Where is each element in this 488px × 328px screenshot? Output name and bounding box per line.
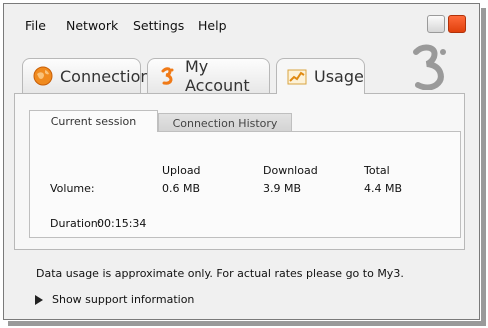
column-header-download: Download	[263, 164, 318, 177]
duration-label: Duration:	[50, 217, 102, 230]
window-shadow-right	[481, 8, 486, 322]
menu-help[interactable]: Help	[198, 18, 227, 33]
minimize-icon[interactable]	[427, 15, 445, 33]
tab-usage-label: Usage	[314, 67, 364, 86]
session-stats: Upload Download Total Volume: 0.6 MB 3.9…	[29, 131, 461, 238]
tab-my-account-label: My Account	[185, 57, 250, 95]
tab-connection-label: Connection	[60, 66, 151, 86]
volume-label: Volume:	[50, 182, 95, 195]
subtab-connection-history[interactable]: Connection History	[158, 113, 292, 133]
tab-connection[interactable]: Connection	[22, 58, 151, 93]
usage-panel: Current session Connection History Uploa…	[14, 93, 465, 250]
show-support-toggle[interactable]: Show support information	[35, 293, 194, 306]
subtab-current-session[interactable]: Current session	[29, 110, 158, 132]
globe-icon	[33, 66, 53, 86]
total-value: 4.4 MB	[364, 182, 403, 195]
menu-bar: File Network Settings Help	[4, 4, 479, 40]
show-support-label: Show support information	[52, 293, 195, 306]
upload-value: 0.6 MB	[162, 182, 201, 195]
chart-icon	[287, 69, 307, 84]
column-header-total: Total	[364, 164, 390, 177]
menu-file[interactable]: File	[25, 18, 46, 33]
expand-triangle-icon	[35, 294, 43, 305]
menu-network[interactable]: Network	[66, 18, 118, 33]
menu-settings[interactable]: Settings	[133, 18, 184, 33]
close-icon[interactable]	[448, 15, 466, 33]
tab-my-account[interactable]: My Account	[147, 57, 270, 95]
three-logo-icon	[413, 44, 446, 90]
three-brand-icon	[161, 67, 174, 85]
usage-disclaimer: Data usage is approximate only. For actu…	[36, 267, 404, 280]
duration-value: 00:15:34	[97, 217, 147, 230]
tab-usage[interactable]: Usage	[276, 58, 365, 94]
download-value: 3.9 MB	[263, 182, 302, 195]
app-window: File Network Settings Help Connection My…	[3, 3, 480, 320]
column-header-upload: Upload	[162, 164, 201, 177]
window-shadow-bottom	[8, 321, 486, 326]
